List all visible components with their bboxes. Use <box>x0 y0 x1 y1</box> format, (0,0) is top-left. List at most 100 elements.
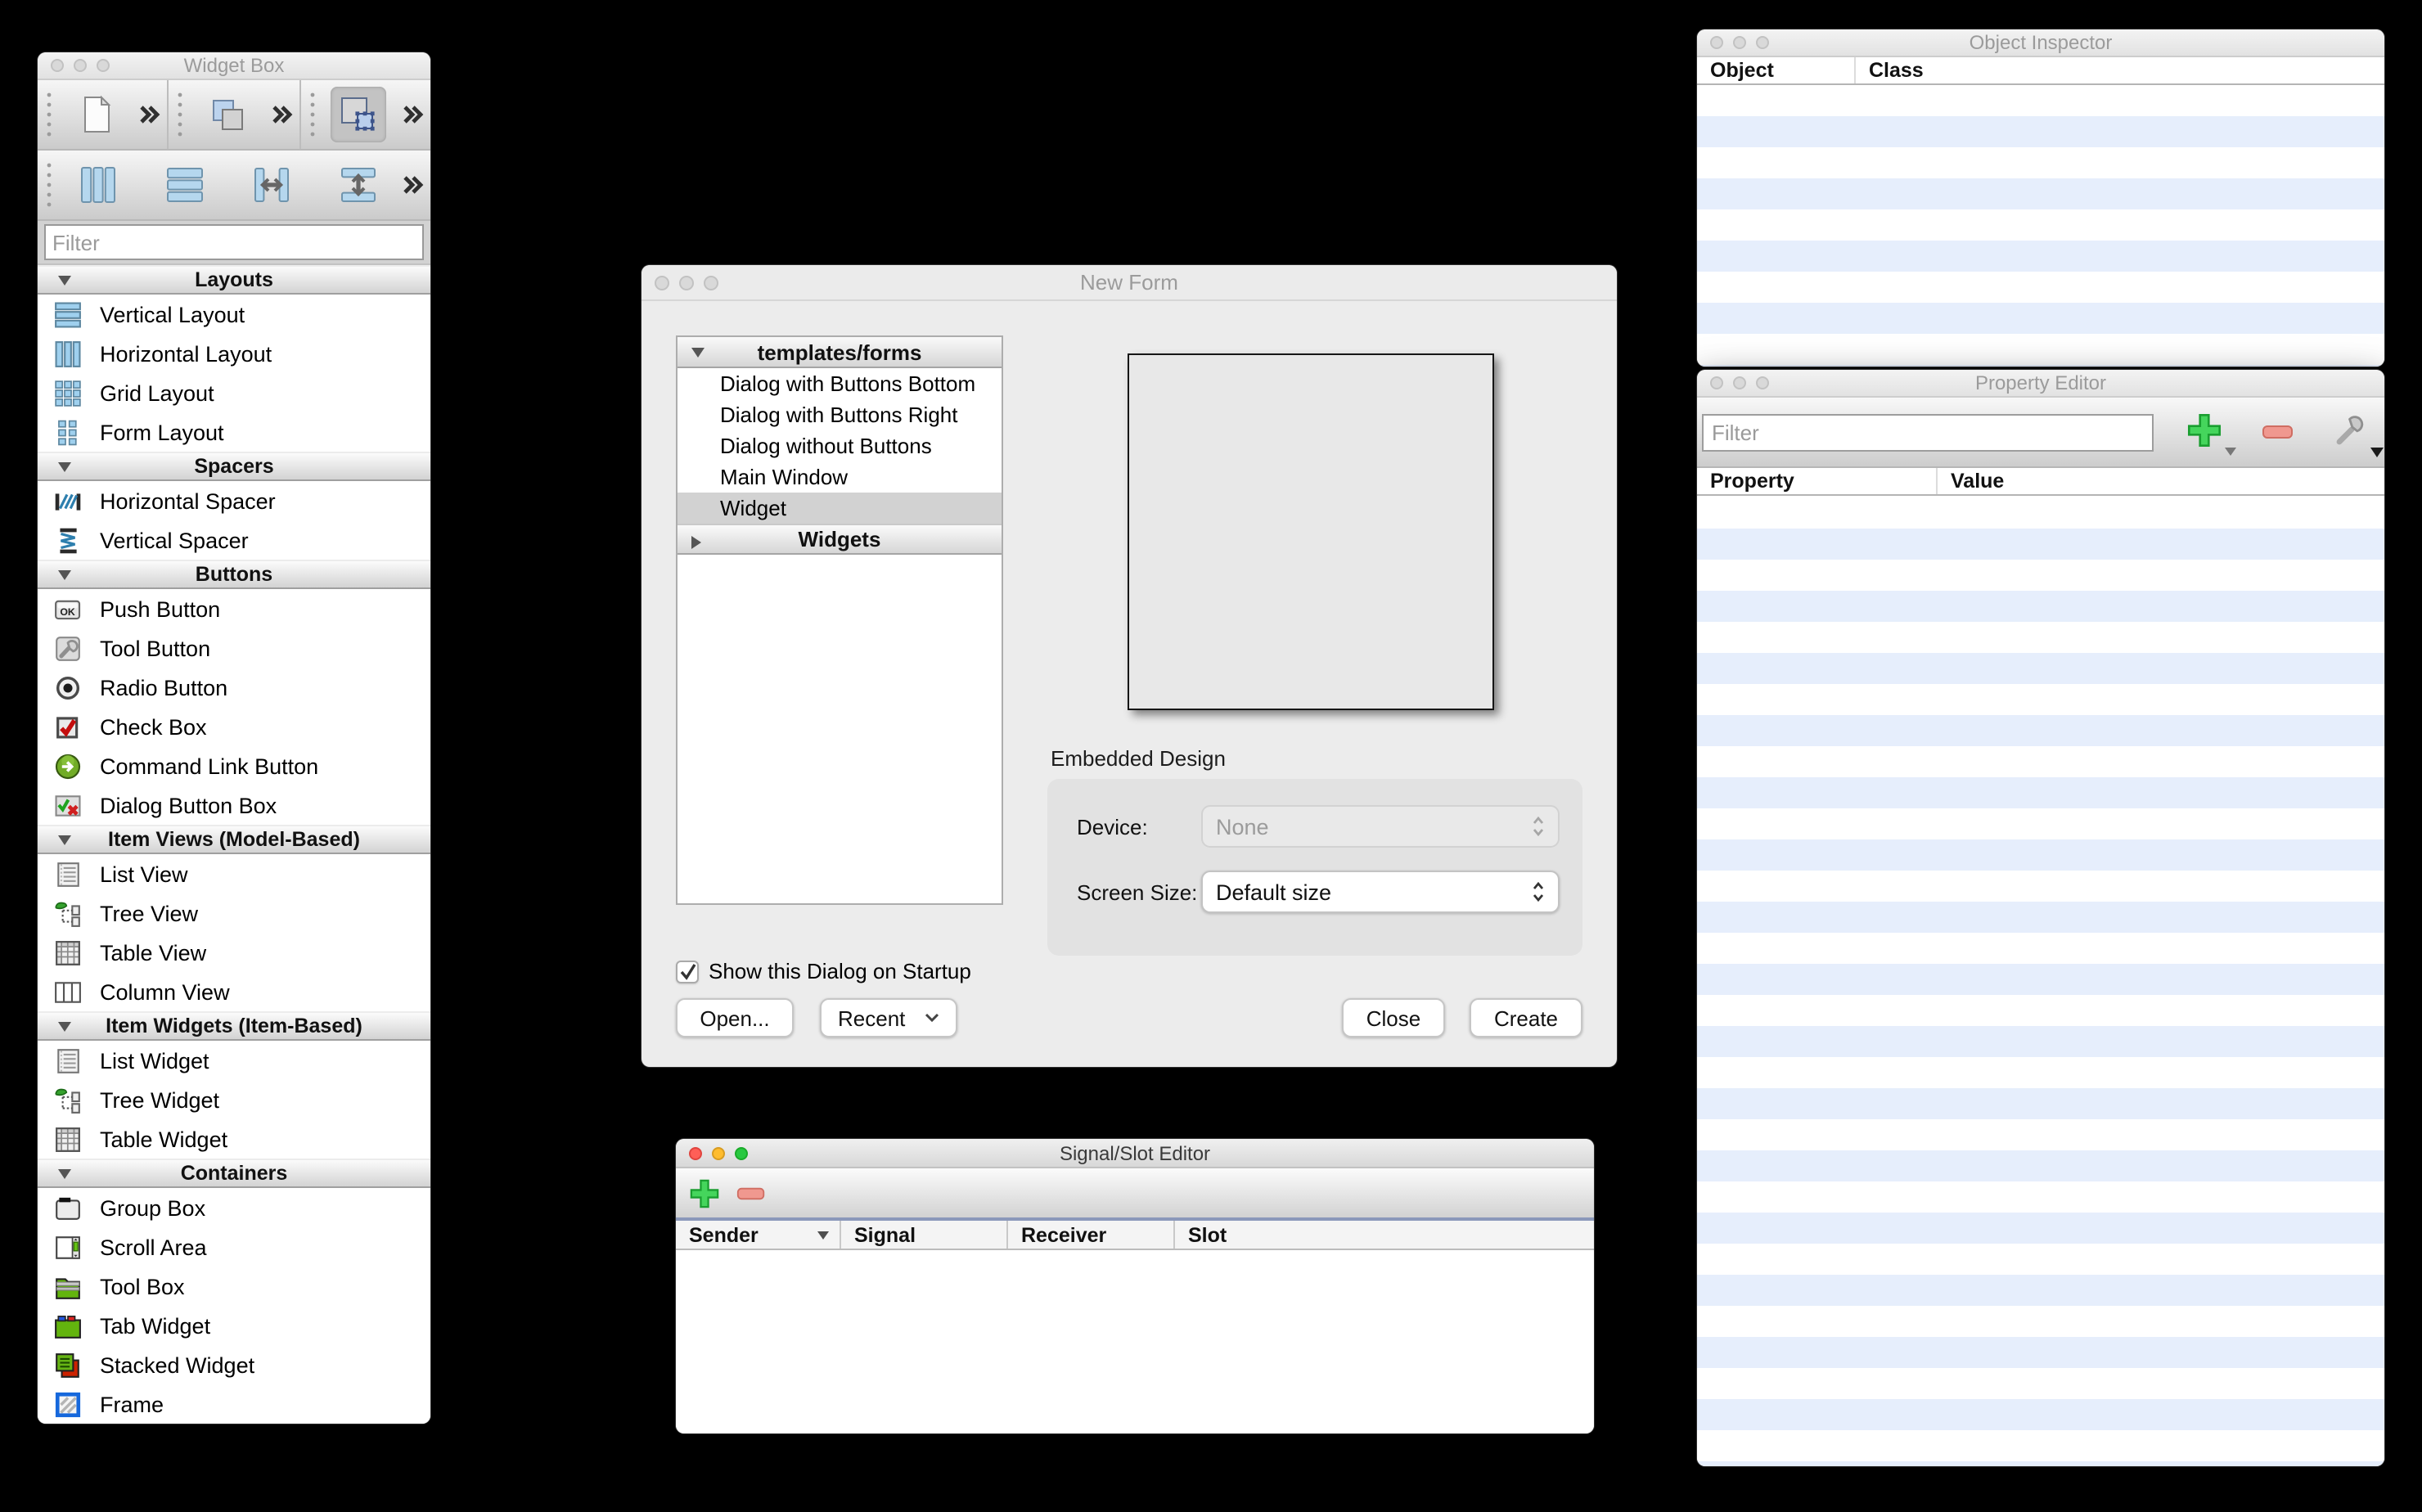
connections-list-empty[interactable] <box>676 1250 1594 1433</box>
column-header-sender[interactable]: Sender <box>676 1221 840 1249</box>
template-item[interactable]: Widget <box>678 493 1002 524</box>
zoom-window-button[interactable] <box>1756 376 1769 389</box>
screen-size-select[interactable]: Default size <box>1201 871 1560 913</box>
widget-list-item[interactable]: Horizontal Layout <box>38 334 430 373</box>
signal-slot-titlebar[interactable]: Signal/Slot Editor <box>676 1139 1594 1168</box>
widget-category-header[interactable]: Item Widgets (Item-Based) <box>38 1011 430 1041</box>
close-window-button[interactable] <box>655 275 669 290</box>
toolbar-grip-icon[interactable] <box>44 90 54 139</box>
widget-list-item[interactable]: Horizontal Spacer <box>38 481 430 520</box>
remove-dynamic-property-button[interactable] <box>2262 422 2294 442</box>
column-header-receiver[interactable]: Receiver <box>1006 1221 1173 1249</box>
close-window-button[interactable] <box>51 59 64 72</box>
raise-widgets-button[interactable] <box>200 87 255 142</box>
new-form-titlebar[interactable]: New Form <box>642 265 1617 301</box>
widget-list-item[interactable]: Group Box <box>38 1188 430 1227</box>
object-tree-empty[interactable] <box>1697 85 2384 367</box>
toolbar-overflow-button[interactable] <box>269 103 292 126</box>
recent-dropdown-button[interactable]: Recent <box>820 998 957 1037</box>
toolbar-overflow-button[interactable] <box>138 103 161 126</box>
layout-horizontally-button[interactable] <box>70 157 125 213</box>
template-item[interactable]: Dialog without Buttons <box>678 430 1002 461</box>
toolbar-overflow-button[interactable] <box>401 173 424 196</box>
toolbar-grip-icon[interactable] <box>44 160 54 209</box>
overlapping-widgets-icon <box>206 93 249 136</box>
widget-list-item[interactable]: Vertical Layout <box>38 295 430 334</box>
column-header-class[interactable]: Class <box>1854 57 2384 83</box>
widget-list-item[interactable]: Grid Layout <box>38 373 430 412</box>
zoom-window-button[interactable] <box>704 275 718 290</box>
property-editor-titlebar[interactable]: Property Editor <box>1697 370 2384 398</box>
column-header-object[interactable]: Object <box>1697 57 1854 83</box>
template-item[interactable]: Dialog with Buttons Bottom <box>678 368 1002 399</box>
widget-filter-input[interactable] <box>44 224 424 260</box>
widget-list-item[interactable]: Table View <box>38 933 430 972</box>
widget-category-header[interactable]: Buttons <box>38 560 430 589</box>
minimize-window-button[interactable] <box>712 1146 725 1159</box>
widget-list-item[interactable]: Frame <box>38 1384 430 1424</box>
property-filter-input[interactable] <box>1702 414 2154 452</box>
template-item[interactable]: Main Window <box>678 461 1002 493</box>
column-header-slot[interactable]: Slot <box>1173 1221 1594 1249</box>
layout-vertically-button[interactable] <box>156 157 212 213</box>
toolbar-overflow-button[interactable] <box>401 103 424 126</box>
show-dialog-startup-checkbox[interactable]: Show this Dialog on Startup <box>676 959 971 983</box>
column-header-value[interactable]: Value <box>1936 468 2384 494</box>
property-list-empty[interactable] <box>1697 497 2384 1466</box>
toolbar-grip-icon[interactable] <box>176 90 186 139</box>
widget-list-item[interactable]: Scroll Area <box>38 1227 430 1267</box>
zoom-window-button[interactable] <box>1756 36 1769 49</box>
minimize-window-button[interactable] <box>1733 376 1746 389</box>
new-form-button[interactable] <box>68 87 124 142</box>
template-item[interactable]: Dialog with Buttons Right <box>678 399 1002 430</box>
minimize-window-button[interactable] <box>1733 36 1746 49</box>
widget-category-header[interactable]: Spacers <box>38 452 430 481</box>
widget-list-item[interactable]: Tree Widget <box>38 1080 430 1119</box>
widget-category-header[interactable]: Item Views (Model-Based) <box>38 825 430 854</box>
widget-list-item[interactable]: OK Push Button <box>38 589 430 628</box>
widget-list-item[interactable]: Form Layout <box>38 412 430 452</box>
widget-list-item[interactable]: Radio Button <box>38 668 430 707</box>
toolbar-grip-icon[interactable] <box>307 90 317 139</box>
column-header-property[interactable]: Property <box>1697 468 1936 494</box>
widget-list-item[interactable]: Stacked Widget <box>38 1345 430 1384</box>
tree-group-templates-forms[interactable]: templates/forms <box>678 337 1002 368</box>
close-button[interactable]: Close <box>1342 998 1445 1037</box>
widget-category-header[interactable]: Layouts <box>38 265 430 295</box>
remove-connection-button[interactable] <box>736 1184 766 1202</box>
widget-list-item[interactable]: List Widget <box>38 1041 430 1080</box>
minimize-window-button[interactable] <box>74 59 87 72</box>
widget-list-item[interactable]: List View <box>38 854 430 893</box>
close-window-button[interactable] <box>1710 36 1723 49</box>
add-property-dropdown-arrow[interactable] <box>2224 447 2237 457</box>
widget-list-item[interactable]: Table Widget <box>38 1119 430 1159</box>
configure-property-editor-button[interactable] <box>2332 411 2368 447</box>
close-window-button[interactable] <box>1710 376 1723 389</box>
widget-list-item[interactable]: Tree View <box>38 893 430 933</box>
add-dynamic-property-button[interactable] <box>2186 412 2222 448</box>
layout-vertical-splitter-button[interactable] <box>330 157 385 213</box>
close-window-button[interactable] <box>689 1146 702 1159</box>
configure-dropdown-arrow[interactable] <box>2370 447 2384 458</box>
widget-list-item[interactable]: Tool Box <box>38 1267 430 1306</box>
object-inspector-titlebar[interactable]: Object Inspector <box>1697 29 2384 57</box>
widget-category-header[interactable]: Containers <box>38 1159 430 1188</box>
zoom-window-button[interactable] <box>735 1146 748 1159</box>
widget-list-item[interactable]: Check Box <box>38 707 430 746</box>
tree-group-widgets[interactable]: Widgets <box>678 524 1002 555</box>
create-button[interactable]: Create <box>1470 998 1582 1037</box>
widget-list-item[interactable]: Vertical Spacer <box>38 520 430 560</box>
minimize-window-button[interactable] <box>679 275 694 290</box>
widget-box-titlebar[interactable]: Widget Box <box>38 52 430 80</box>
widget-list-item[interactable]: Command Link Button <box>38 746 430 785</box>
layout-horizontal-splitter-button[interactable] <box>243 157 299 213</box>
open-button[interactable]: Open... <box>676 998 794 1037</box>
zoom-window-button[interactable] <box>97 59 110 72</box>
column-header-signal[interactable]: Signal <box>840 1221 1006 1249</box>
widget-list-item[interactable]: Dialog Button Box <box>38 785 430 825</box>
widget-list-item[interactable]: Column View <box>38 972 430 1011</box>
widget-list-item[interactable]: Tab Widget <box>38 1306 430 1345</box>
edit-widgets-button[interactable] <box>331 87 387 142</box>
add-connection-button[interactable] <box>689 1177 720 1208</box>
widget-list-item[interactable]: Tool Button <box>38 628 430 668</box>
